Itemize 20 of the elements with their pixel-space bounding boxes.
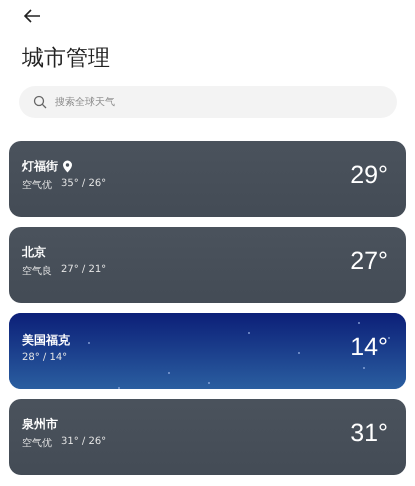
- temperature-range: 31° / 26°: [61, 436, 106, 449]
- city-name: 美国福克: [22, 332, 70, 348]
- air-quality: 空气良: [22, 264, 52, 278]
- current-temperature: 27°: [350, 246, 388, 276]
- current-temperature: 29°: [350, 160, 388, 190]
- air-quality: 空气优: [22, 178, 52, 192]
- page-title: 城市管理: [22, 45, 111, 73]
- city-card[interactable]: 灯福街 空气优 35° / 26° 29°: [9, 141, 406, 217]
- city-name: 北京: [22, 244, 46, 261]
- city-name: 灯福街: [22, 158, 58, 175]
- city-name: 泉州市: [22, 416, 58, 433]
- current-temperature: 31°: [350, 418, 388, 448]
- temperature-range: 35° / 26°: [61, 178, 106, 191]
- city-card[interactable]: 泉州市 空气优 31° / 26° 31°: [9, 399, 406, 475]
- search-field[interactable]: 搜索全球天气: [19, 86, 397, 118]
- air-quality: 空气优: [22, 436, 52, 450]
- temperature-range: 27° / 21°: [61, 264, 106, 277]
- temperature-range: 28° / 14°: [22, 352, 68, 362]
- city-card[interactable]: 北京 空气良 27° / 21° 27°: [9, 227, 406, 303]
- current-temperature: 14°: [350, 332, 388, 362]
